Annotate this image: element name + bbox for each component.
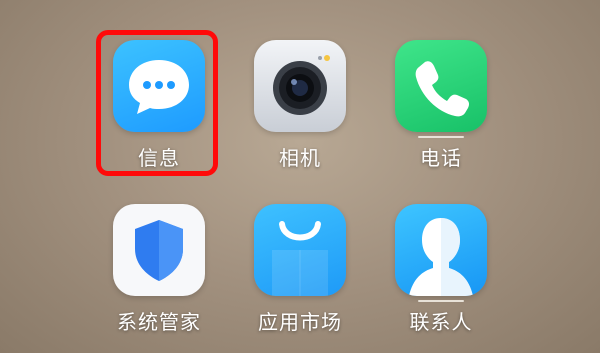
app-label: 联系人 (409, 300, 473, 335)
app-label: 信息 (138, 146, 180, 170)
contact-person-icon (395, 204, 487, 296)
app-contacts[interactable]: 联系人 (366, 204, 516, 335)
label-underline (418, 136, 464, 138)
app-label-text: 电话 (420, 146, 462, 170)
app-phone[interactable]: 电话 (366, 40, 516, 171)
home-screen-grid: 信息 相机 电话 系统管家 应用市场 联系人 (0, 0, 600, 353)
app-label: 应用市场 (258, 310, 342, 334)
app-label: 相机 (279, 146, 321, 170)
label-underline (418, 300, 464, 302)
app-label: 电话 (418, 136, 464, 171)
app-label-text: 联系人 (409, 310, 473, 334)
app-messages[interactable]: 信息 (84, 40, 234, 171)
camera-icon (254, 40, 346, 132)
message-bubble-icon (113, 40, 205, 132)
shopping-bag-icon (254, 204, 346, 296)
phone-icon (395, 40, 487, 132)
app-label: 系统管家 (117, 310, 201, 334)
app-system-manager[interactable]: 系统管家 (84, 204, 234, 335)
app-camera[interactable]: 相机 (225, 40, 375, 171)
app-market[interactable]: 应用市场 (225, 204, 375, 335)
shield-icon (113, 204, 205, 296)
